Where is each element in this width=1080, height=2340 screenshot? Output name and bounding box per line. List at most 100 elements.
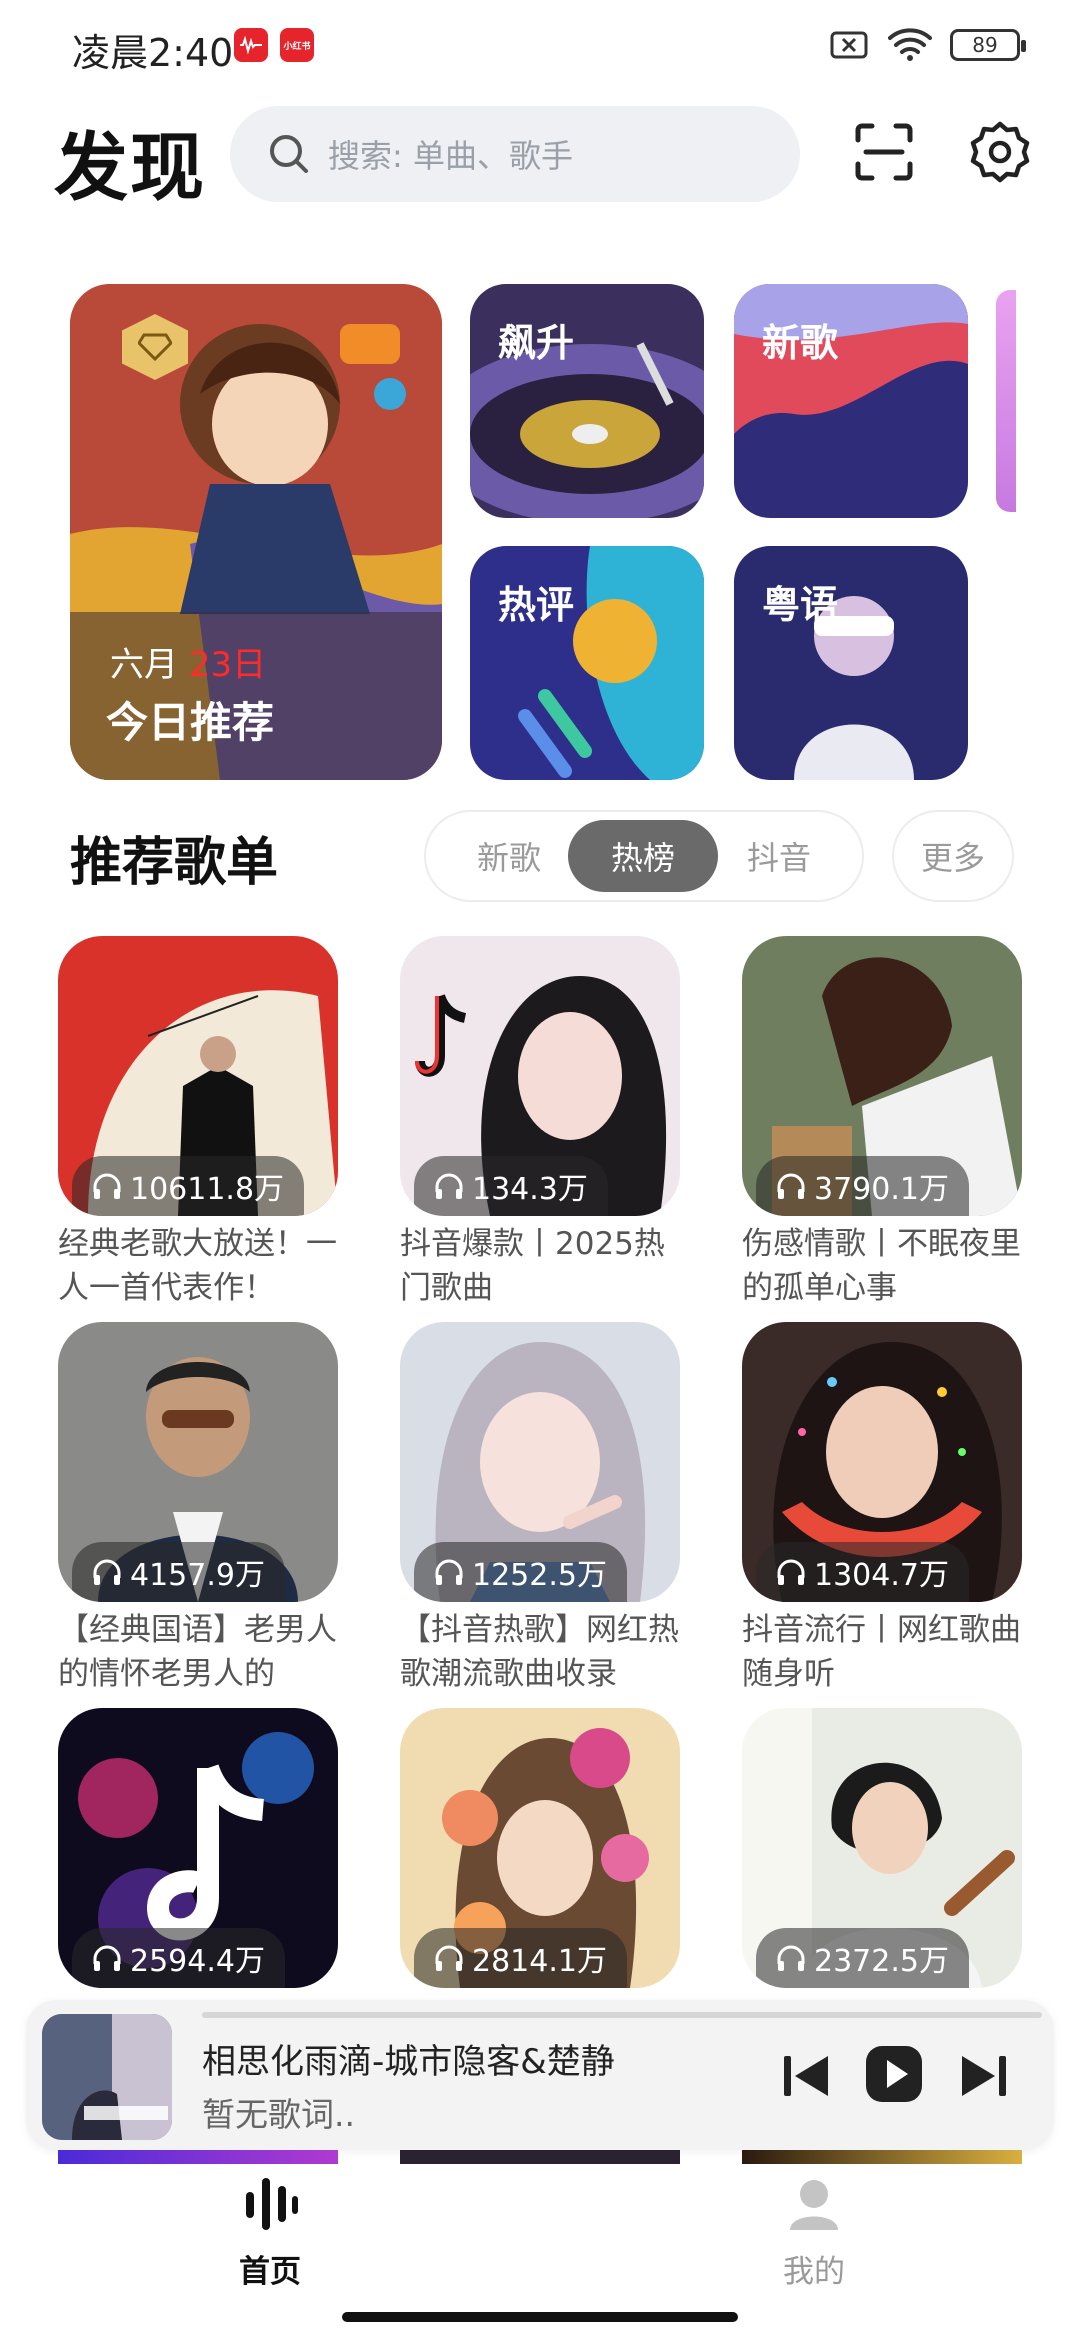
playlist-card[interactable]: 2372.5万	[742, 1708, 1022, 1988]
tile-label-cantonese: 粤语	[762, 583, 839, 627]
playlist-card[interactable]: 1252.5万 【抖音热歌】网红热歌潮流歌曲收录	[400, 1322, 680, 1696]
daily-recommend-card[interactable]: 六月 23日 今日推荐	[70, 284, 442, 780]
status-right: 89	[830, 28, 1026, 62]
xiaohongshu-notification-icon: 小红书	[280, 28, 314, 62]
play-icon[interactable]	[862, 2042, 926, 2106]
playlist-card-peek[interactable]	[742, 2150, 1022, 2164]
play-count-value: 1304.7万	[814, 1558, 949, 1593]
headphones-icon	[777, 1173, 805, 1199]
tile-label-new: 新歌	[762, 321, 839, 365]
user-profile-icon	[790, 2180, 838, 2230]
battery-indicator: 89	[950, 29, 1026, 61]
daily-month: 六月	[110, 645, 178, 685]
xiaohongshu-badge-text: 小红书	[283, 41, 311, 52]
playback-progress-bar[interactable]	[202, 2012, 1042, 2018]
play-count: 3790.1万	[756, 1156, 969, 1216]
playlist-name: 经典老歌大放送！一人一首代表作！	[58, 1226, 337, 1306]
playlist-cover: 10611.8万	[58, 936, 338, 1216]
tab-hot[interactable]: 热榜	[568, 820, 718, 892]
play-count-value: 4157.9万	[130, 1558, 265, 1593]
play-count: 4157.9万	[72, 1542, 285, 1602]
headphones-icon	[777, 1559, 805, 1585]
playlist-card[interactable]: 3790.1万 伤感情歌丨不眠夜里的孤单心事	[742, 936, 1022, 1310]
nav-mine-label: 我的	[783, 2254, 845, 2290]
battery-level: 89	[972, 33, 998, 57]
headphones-icon	[435, 1945, 463, 1971]
headphones-icon	[93, 1173, 121, 1199]
gesture-home-bar[interactable]	[342, 2312, 738, 2322]
play-count-value: 3790.1万	[814, 1172, 949, 1207]
playlist-cover: 1304.7万	[742, 1322, 1022, 1602]
headphones-icon	[93, 1945, 121, 1971]
daily-title: 今日推荐	[106, 698, 275, 747]
play-count: 2372.5万	[756, 1928, 969, 1988]
playlist-card-peek[interactable]	[400, 2150, 680, 2164]
playlist-cover: 1252.5万	[400, 1322, 680, 1602]
now-playing-cover[interactable]	[42, 2014, 172, 2140]
headphones-icon	[435, 1559, 463, 1585]
play-count-value: 2372.5万	[814, 1944, 949, 1979]
playlist-card[interactable]: 1304.7万 抖音流行丨网红歌曲随身听	[742, 1322, 1022, 1696]
daily-date: 六月 23日	[110, 637, 266, 686]
search-input[interactable]: 搜索: 单曲、歌手	[230, 106, 800, 202]
headphones-icon	[435, 1173, 463, 1199]
playlist-name: 抖音流行丨网红歌曲随身听	[742, 1612, 1021, 1692]
playlist-card-peek[interactable]	[58, 2150, 338, 2164]
playlist-card[interactable]: 2594.4万	[58, 1708, 338, 1988]
next-track-icon[interactable]	[956, 2048, 1012, 2104]
next-tile-peek[interactable]	[996, 290, 1016, 512]
chart-tile-rising[interactable]: 飙升	[470, 284, 704, 518]
status-bar: 凌晨2:40 小红书 89	[0, 0, 1080, 90]
tile-label-rising: 飙升	[498, 321, 575, 365]
play-count-value: 2814.1万	[472, 1944, 607, 1979]
playlist-cover: 134.3万	[400, 936, 680, 1216]
playlist-card[interactable]: 134.3万 抖音爆款丨2025热门歌曲	[400, 936, 680, 1310]
tab-douyin[interactable]: 抖音	[704, 820, 854, 892]
nav-home-label: 首页	[239, 2254, 301, 2290]
home-bars-icon	[246, 2178, 298, 2230]
nav-home[interactable]: 首页	[200, 2174, 340, 2291]
headphones-icon	[777, 1945, 805, 1971]
nav-mine[interactable]: 我的	[744, 2174, 884, 2291]
playlist-cover: 2814.1万	[400, 1708, 680, 1988]
daily-day: 23日	[188, 645, 267, 685]
headphones-icon	[93, 1559, 121, 1585]
playlist-cover: 4157.9万	[58, 1322, 338, 1602]
playlist-card[interactable]: 10611.8万 经典老歌大放送！一人一首代表作！	[58, 936, 338, 1310]
playlist-tabs: 新歌 热榜 抖音	[424, 810, 864, 902]
playlist-cover: 3790.1万	[742, 936, 1022, 1216]
settings-gear-icon[interactable]	[968, 120, 1032, 184]
playlist-cover: 2372.5万	[742, 1708, 1022, 1988]
playlist-card[interactable]: 2814.1万	[400, 1708, 680, 1988]
page-title: 发现	[54, 125, 206, 211]
playlist-card[interactable]: 4157.9万 【经典国语】老男人的情怀老男人的	[58, 1322, 338, 1696]
playlist-name: 【抖音热歌】网红热歌潮流歌曲收录	[400, 1612, 679, 1692]
header: 发现 搜索: 单曲、歌手	[0, 100, 1080, 211]
play-count-value: 2594.4万	[130, 1944, 265, 1979]
playlist-name: 【经典国语】老男人的情怀老男人的	[58, 1612, 337, 1692]
play-count: 1304.7万	[756, 1542, 969, 1602]
section-title: 推荐歌单	[70, 833, 279, 893]
music-app-notification-icon	[234, 28, 268, 62]
chart-tile-cantonese[interactable]: 粤语	[734, 546, 968, 780]
tab-new[interactable]: 新歌	[434, 820, 584, 892]
playlist-name: 抖音爆款丨2025热门歌曲	[400, 1226, 665, 1306]
play-count-value: 10611.8万	[130, 1172, 285, 1207]
wifi-icon	[888, 28, 932, 61]
status-time: 凌晨2:40	[72, 31, 234, 75]
play-count: 2594.4万	[72, 1928, 285, 1988]
playlist-cover: 2594.4万	[58, 1708, 338, 1988]
play-count: 2814.1万	[414, 1928, 627, 1988]
no-sim-icon	[830, 31, 868, 59]
chart-tile-hot-comments[interactable]: 热评	[470, 546, 704, 780]
previous-track-icon[interactable]	[778, 2048, 834, 2104]
chart-tile-new[interactable]: 新歌	[734, 284, 968, 518]
search-placeholder: 搜索: 单曲、歌手	[328, 137, 573, 175]
search-icon	[270, 135, 308, 173]
now-playing-cover-art	[42, 2014, 172, 2140]
scan-icon[interactable]	[852, 120, 916, 184]
now-playing-lyric: 暂无歌词..	[202, 2095, 355, 2134]
tile-label-hot-comments: 热评	[498, 583, 575, 627]
more-button[interactable]: 更多	[892, 810, 1014, 902]
mini-player[interactable]: 相思化雨滴-城市隐客&楚静 暂无歌词..	[26, 2000, 1054, 2150]
